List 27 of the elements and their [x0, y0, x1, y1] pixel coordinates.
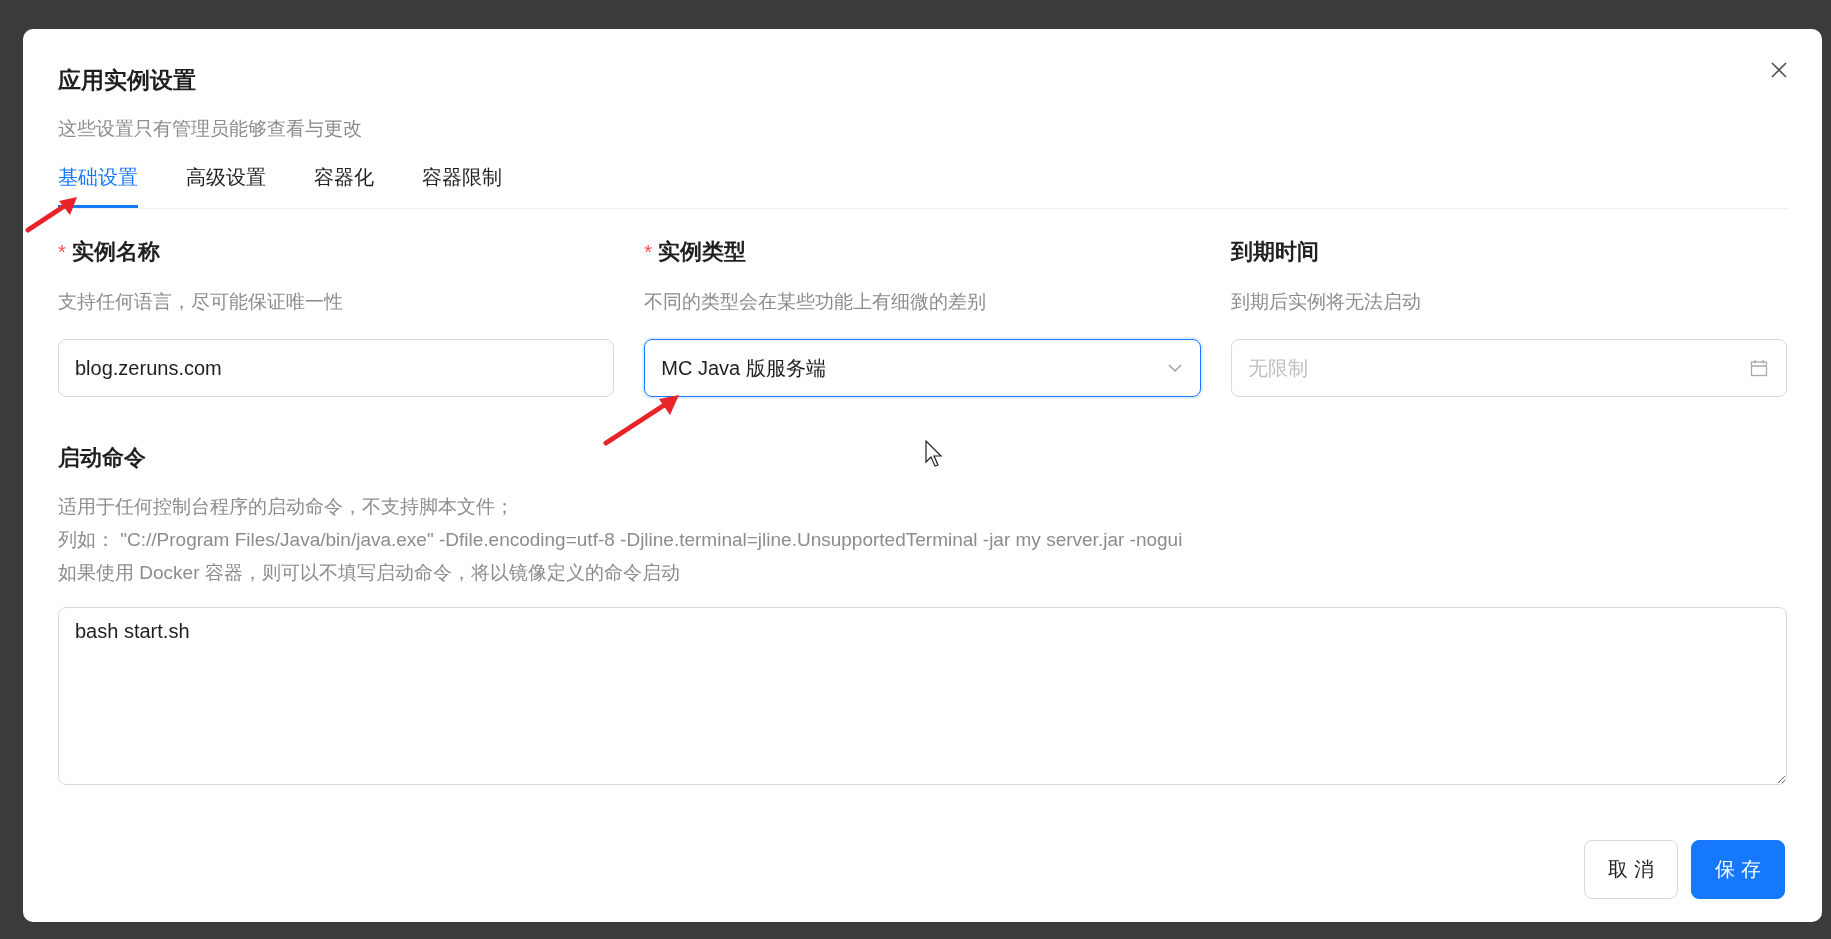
dialog-subtitle: 这些设置只有管理员能够查看与更改 — [58, 117, 363, 141]
save-button[interactable]: 保 存 — [1691, 840, 1785, 899]
annotation-arrow — [25, 195, 79, 233]
required-asterisk: * — [58, 240, 66, 264]
tab[interactable]: 容器限制 — [422, 160, 502, 208]
field-hint: 不同的类型会在某些功能上有细微的差别 — [644, 290, 988, 314]
chevron-down-icon — [1167, 364, 1182, 372]
required-asterisk: * — [644, 240, 653, 264]
field-label: 实例名称 — [71, 238, 160, 266]
field-hint: 列如： "C://Program Files/Java/bin/java.exe" -Dfile.encoding=utf-8 -Djline.terminal=jline.UnsupportedTerminal -jar my server.jar -nogui — [58, 528, 1184, 552]
dialog-title: 应用实例设置 — [58, 66, 196, 95]
field-label: 启动命令 — [58, 444, 146, 472]
field-label: 到期时间 — [1230, 238, 1319, 266]
field-hint: 支持任何语言，尽可能保证唯一性 — [58, 290, 344, 314]
tab[interactable]: 容器化 — [314, 160, 374, 208]
field-hint: 如果使用 Docker 容器，则可以不填写启动命令，将以镜像定义的命令启动 — [58, 561, 681, 585]
field-label: 实例类型 — [658, 238, 747, 266]
name-input-field[interactable]: blog.zeruns.com — [58, 339, 615, 397]
tab[interactable]: 高级设置 — [186, 160, 266, 208]
cancel-button[interactable]: 取 消 — [1584, 840, 1678, 899]
field-hint: 到期后实例将无法启动 — [1230, 290, 1422, 314]
mouse-cursor-icon — [925, 440, 945, 468]
close-icon[interactable] — [1770, 61, 1788, 79]
calendar-icon — [1750, 359, 1768, 377]
command-textarea[interactable]: bash start.sh — [58, 607, 1787, 785]
field-hint: 适用于任何控制台程序的启动命令，不支持脚本文件； — [58, 495, 515, 519]
type-select[interactable]: MC Java 版服务端 — [644, 339, 1201, 397]
